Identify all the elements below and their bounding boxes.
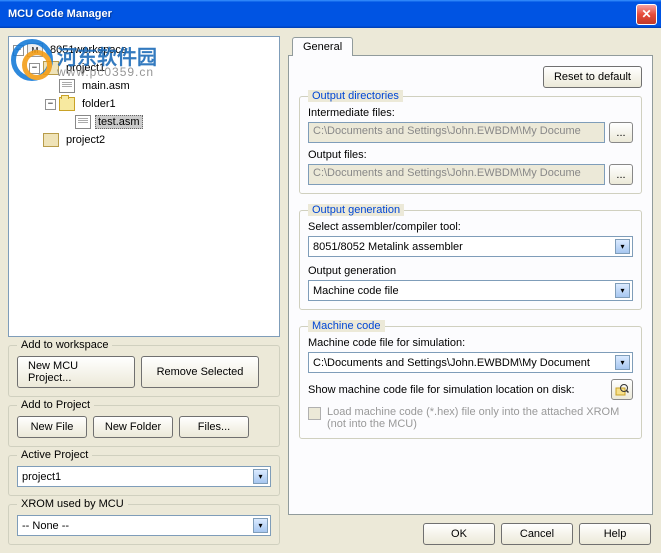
checkbox-icon: [308, 407, 321, 420]
tree-project1[interactable]: − project1: [13, 59, 275, 77]
tab-general[interactable]: General: [292, 37, 353, 56]
show-location-label: Show machine code file for simulation lo…: [308, 384, 575, 396]
project-tree[interactable]: 河东软件园 www.pc0359.cn − M 8051workspace − …: [8, 36, 280, 337]
output-generation-group: Output generation Select assembler/compi…: [299, 210, 642, 310]
project-icon: [43, 61, 59, 75]
file-icon: [59, 79, 75, 93]
remove-selected-button[interactable]: Remove Selected: [141, 356, 259, 388]
workspace-icon: M: [27, 43, 43, 57]
chevron-down-icon: ▾: [615, 355, 630, 370]
left-column: 河东软件园 www.pc0359.cn − M 8051workspace − …: [8, 36, 280, 545]
machine-code-group: Machine code Machine code file for simul…: [299, 326, 642, 439]
browse-intermediate-button[interactable]: ...: [609, 122, 633, 143]
tree-folder1[interactable]: − folder1: [13, 95, 275, 113]
new-mcu-project-button[interactable]: New MCU Project...: [17, 356, 135, 388]
xrom-group: XROM used by MCU -- None -- ▾: [8, 504, 280, 545]
close-button[interactable]: ✕: [636, 4, 657, 25]
load-machine-code-checkbox: Load machine code (*.hex) file only into…: [308, 406, 633, 430]
reset-to-default-button[interactable]: Reset to default: [543, 66, 642, 88]
collapse-icon[interactable]: −: [29, 63, 40, 74]
tree-project2[interactable]: project2: [13, 131, 275, 149]
add-to-workspace-group: Add to workspace New MCU Project... Remo…: [8, 345, 280, 397]
active-project-select[interactable]: project1 ▾: [17, 466, 271, 487]
show-location-button[interactable]: [611, 379, 633, 400]
machine-code-file-select[interactable]: C:\Documents and Settings\John.EWBDM\My …: [308, 352, 633, 373]
assembler-select-label: Select assembler/compiler tool:: [308, 221, 633, 233]
chevron-down-icon: ▾: [615, 283, 630, 298]
tree-test-asm[interactable]: test.asm: [13, 113, 275, 131]
magnifier-folder-icon: [615, 383, 629, 397]
intermediate-files-input: C:\Documents and Settings\John.EWBDM\My …: [308, 122, 605, 143]
title-bar: MCU Code Manager ✕: [0, 0, 661, 28]
tab-strip: General: [292, 36, 653, 55]
general-panel: Reset to default Output directories Inte…: [288, 55, 653, 515]
assembler-select[interactable]: 8051/8052 Metalink assembler ▾: [308, 236, 633, 257]
collapse-icon[interactable]: −: [13, 45, 24, 56]
intermediate-files-label: Intermediate files:: [308, 107, 633, 119]
output-generation-label: Output generation: [308, 265, 633, 277]
output-files-input: C:\Documents and Settings\John.EWBDM\My …: [308, 164, 605, 185]
output-files-label: Output files:: [308, 149, 633, 161]
ok-button[interactable]: OK: [423, 523, 495, 545]
chevron-down-icon: ▾: [253, 518, 268, 533]
tree-main-asm[interactable]: main.asm: [13, 77, 275, 95]
browse-output-button[interactable]: ...: [609, 164, 633, 185]
collapse-icon[interactable]: −: [45, 99, 56, 110]
folder-open-icon: [59, 97, 75, 111]
dialog-content: 河东软件园 www.pc0359.cn − M 8051workspace − …: [0, 28, 661, 553]
new-folder-button[interactable]: New Folder: [93, 416, 173, 438]
chevron-down-icon: ▾: [253, 469, 268, 484]
machine-code-file-label: Machine code file for simulation:: [308, 337, 633, 349]
active-project-group: Active Project project1 ▾: [8, 455, 280, 496]
files-button[interactable]: Files...: [179, 416, 249, 438]
right-column: General Reset to default Output director…: [288, 36, 653, 545]
tree-root-workspace[interactable]: − M 8051workspace: [13, 41, 275, 59]
cancel-button[interactable]: Cancel: [501, 523, 573, 545]
chevron-down-icon: ▾: [615, 239, 630, 254]
new-file-button[interactable]: New File: [17, 416, 87, 438]
output-generation-select[interactable]: Machine code file ▾: [308, 280, 633, 301]
output-directories-group: Output directories Intermediate files: C…: [299, 96, 642, 194]
add-to-project-group: Add to Project New File New Folder Files…: [8, 405, 280, 447]
project-icon: [43, 133, 59, 147]
dialog-footer: OK Cancel Help: [288, 515, 653, 545]
file-icon: [75, 115, 91, 129]
xrom-select[interactable]: -- None -- ▾: [17, 515, 271, 536]
help-button[interactable]: Help: [579, 523, 651, 545]
window-title: MCU Code Manager: [4, 8, 636, 20]
